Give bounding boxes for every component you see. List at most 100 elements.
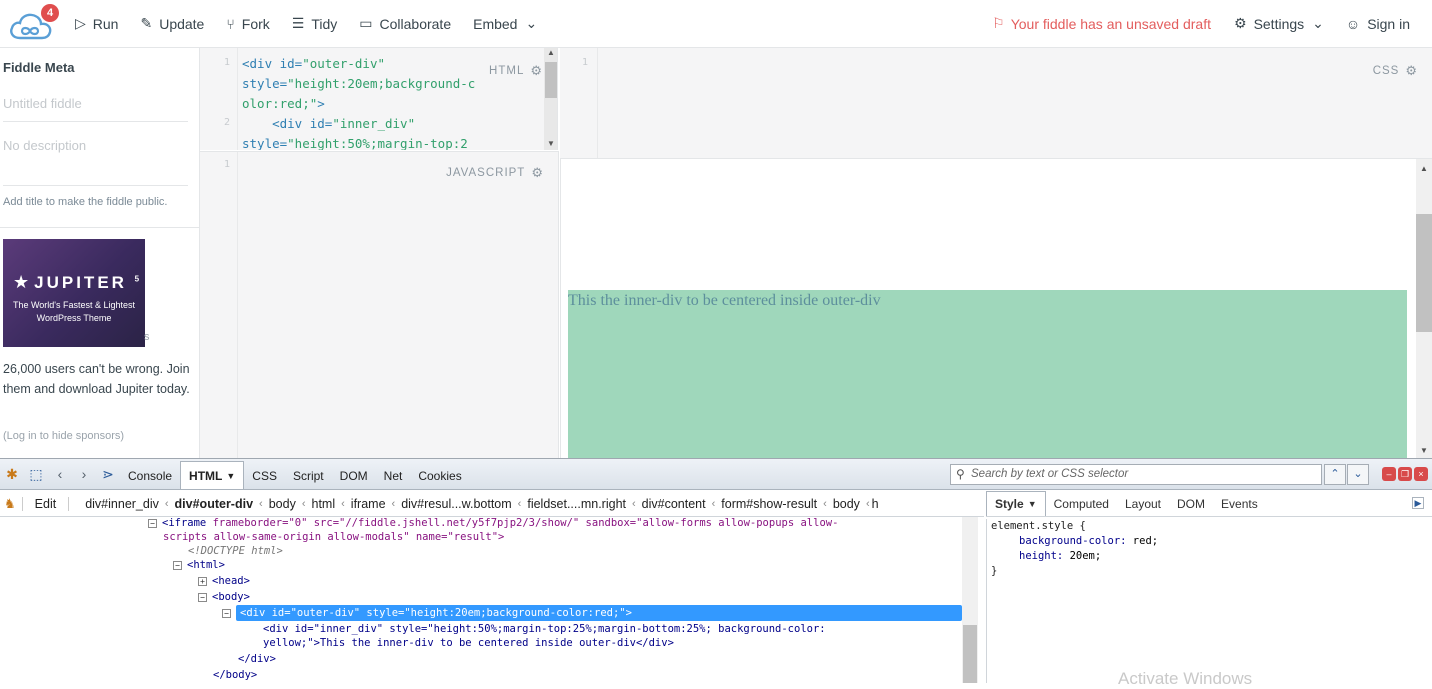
tab-net[interactable]: Net xyxy=(376,462,411,489)
scroll-thumb[interactable] xyxy=(963,625,977,683)
scroll-down-icon[interactable]: ▼ xyxy=(544,139,557,148)
tab-side-dom[interactable]: DOM xyxy=(1169,491,1213,516)
gear-icon[interactable]: ⚙ xyxy=(531,165,544,181)
search-next-button[interactable]: ⌄ xyxy=(1347,464,1369,485)
breadcrumb-item[interactable]: iframe xyxy=(345,497,392,511)
breadcrumb: ♞ Edit div#inner_div ‹ div#outer-div ‹ bod… xyxy=(0,491,984,517)
tab-css[interactable]: CSS xyxy=(244,462,285,489)
fiddle-meta-sidebar: Fiddle Meta Untitled fiddle No descripti… xyxy=(0,48,200,458)
notification-badge: 4 xyxy=(41,3,59,22)
jsfiddle-logo[interactable]: 4 xyxy=(8,3,59,42)
result-scrollbar[interactable]: ▲ ▼ xyxy=(1416,159,1432,458)
gear-icon[interactable]: ⚙ xyxy=(530,63,543,79)
tab-cookies[interactable]: Cookies xyxy=(410,462,469,489)
fork-button[interactable]: ⑂ Fork xyxy=(215,0,280,48)
scroll-thumb[interactable] xyxy=(1416,214,1432,332)
collapse-toggle[interactable]: − xyxy=(173,561,182,570)
scroll-thumb[interactable] xyxy=(545,62,557,98)
sponsor-banner[interactable]: ★ JUPITER 5 The World's Fastest & Lightes… xyxy=(3,239,145,347)
command-line-icon[interactable]: ⋗ xyxy=(96,459,120,489)
tidy-button[interactable]: ☰ Tidy xyxy=(281,0,349,48)
dom-node-body[interactable]: − <body> xyxy=(198,590,250,604)
hide-sponsors-link[interactable]: (Log in to hide sponsors) xyxy=(3,430,124,442)
collapse-toggle[interactable]: − xyxy=(148,519,157,528)
tab-style[interactable]: Style ▼ xyxy=(986,491,1046,516)
firebug-search-input[interactable]: ⚲ Search by text or CSS selector xyxy=(950,464,1322,485)
breadcrumb-item[interactable]: body xyxy=(263,497,302,511)
gear-icon[interactable]: ⚙ xyxy=(1405,63,1418,79)
collapse-toggle[interactable]: − xyxy=(198,593,207,602)
scroll-up-icon[interactable]: ▲ xyxy=(544,48,557,57)
back-arrow-icon[interactable]: ‹ xyxy=(48,459,72,489)
tab-script[interactable]: Script xyxy=(285,462,332,489)
breadcrumb-item[interactable]: div#resul...w.bottom xyxy=(395,497,517,511)
tab-events[interactable]: Events xyxy=(1213,491,1266,516)
firebug-bug-icon[interactable]: ✱ xyxy=(0,459,24,489)
dom-node-html[interactable]: − <html> xyxy=(173,558,225,572)
tab-console[interactable]: Console xyxy=(120,462,180,489)
dom-tree-scrollbar[interactable] xyxy=(962,517,978,683)
result-frame[interactable]: This the inner-div to be centered inside… xyxy=(560,158,1432,458)
embed-button[interactable]: Embed ⌄ xyxy=(462,0,548,48)
css-editor[interactable]: 1 CSS ⚙ xyxy=(560,48,1432,158)
breadcrumb-item[interactable]: h xyxy=(870,497,881,511)
javascript-editor[interactable]: 1 JAVASCRIPT ⚙ xyxy=(200,151,559,458)
divider xyxy=(0,227,200,228)
fiddle-description-input[interactable]: No description xyxy=(3,138,188,186)
gear-icon: ⚙ xyxy=(1234,15,1247,31)
jupiter-logo: ★ JUPITER 5 xyxy=(13,272,143,292)
restore-icon[interactable]: ❐ xyxy=(1398,467,1412,481)
style-rule[interactable]: height: 20em; xyxy=(991,549,1432,564)
dom-node-head[interactable]: + <head> xyxy=(198,574,250,588)
settings-button[interactable]: ⚙ Settings ⌄ xyxy=(1223,0,1335,48)
dom-node-doctype[interactable]: <!DOCTYPE html> xyxy=(188,544,283,558)
collapse-toggle[interactable]: − xyxy=(222,609,231,618)
sponsor-stray-text: s xyxy=(144,331,150,343)
sign-in-button[interactable]: ☺ Sign in xyxy=(1335,0,1432,48)
breadcrumb-item[interactable]: html xyxy=(306,497,342,511)
edit-button[interactable]: Edit xyxy=(21,496,70,511)
close-icon[interactable]: × xyxy=(1414,467,1428,481)
chat-icon: ▭ xyxy=(359,15,373,31)
tab-dom[interactable]: DOM xyxy=(332,462,376,489)
html-label: HTML ⚙ xyxy=(489,63,543,79)
html-scrollbar[interactable]: ▲ ▼ xyxy=(544,48,557,150)
dom-node-iframe[interactable]: − <iframe frameborder="0" src="//fiddle.j… xyxy=(148,517,838,530)
style-rule[interactable]: background-color: red; xyxy=(991,534,1432,549)
breadcrumb-item[interactable]: div#content xyxy=(636,497,712,511)
activate-windows-watermark: Activate Windows xyxy=(1118,669,1253,688)
minimize-icon[interactable]: – xyxy=(1382,467,1396,481)
run-button[interactable]: ▷ Run xyxy=(64,0,129,48)
play-icon: ▷ xyxy=(75,15,86,31)
scroll-down-icon[interactable]: ▼ xyxy=(1416,443,1432,458)
html-code[interactable]: <div id="outer-div" style="height:20em;b… xyxy=(242,54,480,150)
expand-toggle[interactable]: + xyxy=(198,577,207,586)
update-button[interactable]: ✎ Update xyxy=(129,0,215,48)
inner-div-preview: This the inner-div to be centered inside… xyxy=(568,290,1407,458)
collaborate-button[interactable]: ▭ Collaborate xyxy=(348,0,462,48)
dom-node-outer-div[interactable]: − <div id="outer-div" style="height:20em;… xyxy=(222,605,962,621)
forward-arrow-icon[interactable]: › xyxy=(72,459,96,489)
search-prev-button[interactable]: ⌃ xyxy=(1324,464,1346,485)
breadcrumb-item[interactable]: fieldset....mn.right xyxy=(521,497,632,511)
dom-node-inner-div[interactable]: <div id="inner_div" style="height:50%;ma… xyxy=(263,622,826,636)
inspect-icon[interactable]: ⬚ xyxy=(24,459,48,489)
chevron-down-icon: ▼ xyxy=(226,470,236,481)
javascript-label: JAVASCRIPT ⚙ xyxy=(446,165,544,181)
expand-arrow-icon[interactable]: ▶ xyxy=(1412,497,1424,509)
breadcrumb-item[interactable]: body xyxy=(827,497,866,511)
breadcrumb-item[interactable]: div#outer-div xyxy=(169,497,260,511)
html-editor[interactable]: 1 2 <div id="outer-div" style="height:20… xyxy=(200,48,558,150)
unsaved-draft-notice[interactable]: ⚐ Your fiddle has an unsaved draft xyxy=(980,15,1223,32)
sponsor-text[interactable]: 26,000 users can't be wrong. Join them a… xyxy=(3,360,193,399)
style-pane: element.style { background-color: red; h… xyxy=(986,519,1432,683)
scroll-up-icon[interactable]: ▲ xyxy=(1416,161,1432,177)
fiddle-name-input[interactable]: Untitled fiddle xyxy=(3,96,188,122)
tab-html[interactable]: HTML ▼ xyxy=(180,461,245,489)
side-panel-tabs: Style ▼ Computed Layout DOM Events ▶ xyxy=(986,491,1432,517)
tab-computed[interactable]: Computed xyxy=(1046,491,1117,516)
tab-layout[interactable]: Layout xyxy=(1117,491,1169,516)
breadcrumb-item[interactable]: form#show-result xyxy=(715,497,823,511)
top-toolbar: 4 ▷ Run ✎ Update ⑂ Fork ☰ Tidy ▭ Collaborate … xyxy=(0,0,1432,48)
breadcrumb-item[interactable]: div#inner_div xyxy=(79,497,165,511)
